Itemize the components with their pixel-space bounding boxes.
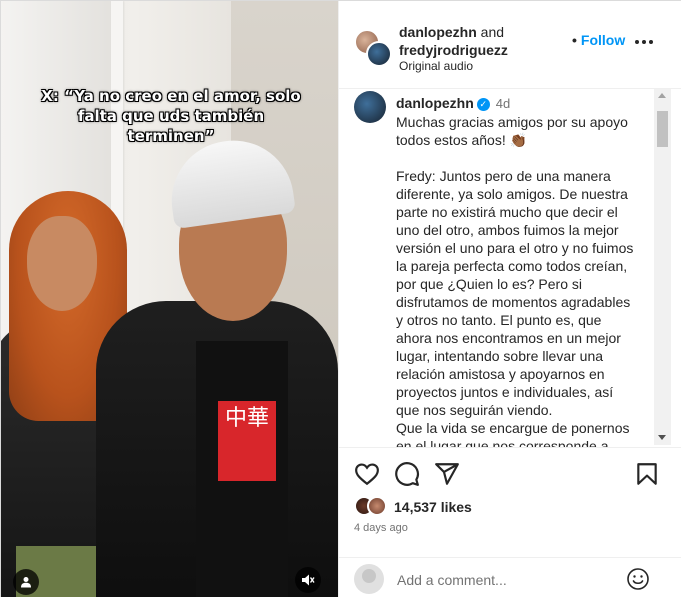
avatar[interactable] [366,41,392,67]
share-icon[interactable] [434,461,460,487]
more-options-button[interactable] [635,35,657,49]
post-header: danlopezhn and fredyjrodriguezz Original… [339,1,681,89]
post-actions: 14,537 likes 4 days ago [339,447,681,557]
comment-input[interactable] [397,570,617,590]
follow-label: Follow [580,32,626,48]
shirt-print: 中華 [218,401,276,481]
author-link[interactable]: danlopezhn [399,24,477,40]
audio-link[interactable]: Original audio [399,59,473,73]
separator-dot: • [572,32,577,48]
verified-badge-icon: ✓ [476,97,490,111]
post-side-panel: danlopezhn and fredyjrodriguezz Original… [338,1,681,597]
likes-count[interactable]: 14,537 likes [394,499,472,515]
avatar [367,496,387,516]
add-comment-bar [339,557,681,597]
collab-avatars[interactable] [354,29,394,69]
user-icon [21,577,31,588]
caption-username[interactable]: danlopezhn [396,95,474,111]
caption-author: danlopezhn ✓ 4d [396,95,510,111]
post-video[interactable]: 中華 X: “Ya no creo en el amor, solo falta… [1,1,338,597]
more-dot-icon [635,40,639,44]
post-authors: danlopezhn and fredyjrodriguezz [399,23,508,59]
comments-scroll-area[interactable]: danlopezhn ✓ 4d Muchas gracias amigos por … [339,89,681,447]
scroll-up-arrow-icon[interactable] [658,93,666,98]
avatar[interactable] [354,91,386,123]
caption-time[interactable]: 4d [496,96,510,111]
comment-icon[interactable] [394,461,420,487]
speaker-muted-icon [302,574,315,586]
follow-button[interactable]: • Follow [572,32,625,48]
scroll-down-arrow-icon[interactable] [658,435,666,440]
video-text-overlay: X: “Ya no creo en el amor, solo falta qu… [41,87,301,145]
person-left-face [27,216,97,311]
avatar [354,564,384,594]
author-link[interactable]: fredyjrodriguezz [399,42,508,58]
heart-icon[interactable] [354,461,380,487]
more-dot-icon [649,40,653,44]
post-timestamp[interactable]: 4 days ago [354,522,408,534]
mute-toggle-button[interactable] [295,567,321,593]
and-text: and [480,24,505,40]
emoji-icon[interactable] [626,567,650,591]
bookmark-icon[interactable] [634,461,660,487]
more-dot-icon [642,40,646,44]
caption-text: Muchas gracias amigos por su apoyo todos… [396,114,634,447]
tagged-users-button[interactable] [13,569,39,595]
scrollbar[interactable] [654,89,671,445]
post-dialog: 中華 X: “Ya no creo en el amor, solo falta… [0,0,681,597]
scrollbar-thumb[interactable] [657,111,668,147]
